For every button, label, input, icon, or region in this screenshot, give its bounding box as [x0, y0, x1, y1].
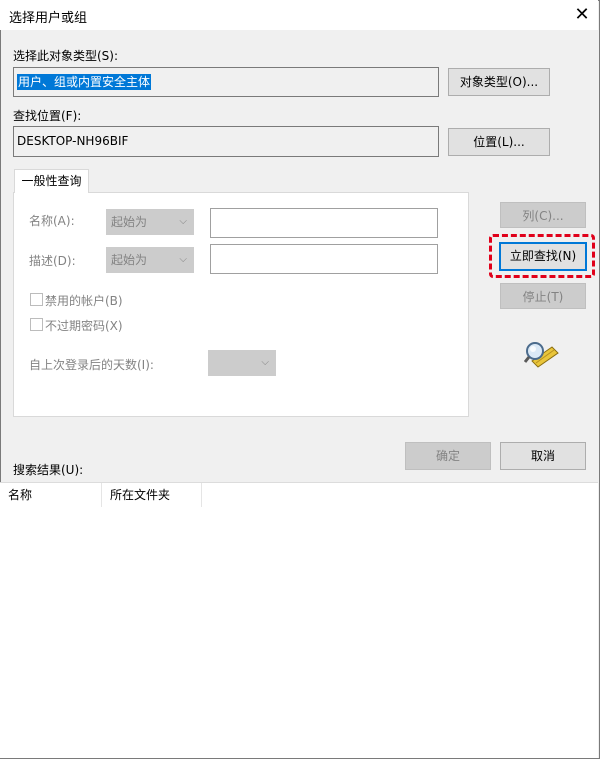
- disabled-accounts-label: 禁用的帐户(B): [45, 294, 123, 308]
- object-type-label: 选择此对象类型(S):: [13, 49, 119, 63]
- search-results-list[interactable]: 名称 所在文件夹: [0, 482, 598, 758]
- name-input[interactable]: [210, 208, 438, 238]
- object-type-value: 用户、组或内置安全主体: [17, 74, 152, 90]
- name-mode-select: 起始为 ⌵: [106, 209, 194, 235]
- find-now-button[interactable]: 立即查找(N): [499, 242, 587, 271]
- description-input[interactable]: [210, 244, 438, 274]
- search-flashlight-icon: [524, 342, 559, 368]
- name-mode-value: 起始为: [111, 215, 148, 229]
- cancel-button[interactable]: 取消: [500, 442, 586, 470]
- title-bar: [0, 0, 598, 30]
- tab-common-queries[interactable]: 一般性查询: [14, 169, 89, 193]
- days-since-login-select: ⌵: [208, 350, 276, 376]
- columns-button: 列(C)...: [500, 202, 586, 228]
- chevron-down-icon: ⌵: [179, 216, 187, 227]
- location-field: DESKTOP-NH96BIF: [13, 126, 439, 157]
- object-type-field: 用户、组或内置安全主体: [13, 67, 439, 97]
- chevron-down-icon: ⌵: [261, 357, 269, 368]
- description-label: 描述(D):: [29, 254, 76, 268]
- name-label: 名称(A):: [29, 214, 75, 228]
- non-expiring-password-checkbox[interactable]: [30, 318, 43, 331]
- column-header-name[interactable]: 名称: [0, 483, 102, 507]
- dialog-title: 选择用户或组: [9, 11, 88, 26]
- chevron-down-icon: ⌵: [179, 254, 187, 265]
- days-since-login-label: 自上次登录后的天数(I):: [29, 358, 154, 372]
- non-expiring-password-label: 不过期密码(X): [45, 319, 123, 333]
- description-mode-select: 起始为 ⌵: [106, 247, 194, 273]
- locations-button[interactable]: 位置(L)...: [448, 128, 550, 156]
- object-types-button[interactable]: 对象类型(O)...: [448, 68, 550, 96]
- stop-button: 停止(T): [500, 283, 586, 309]
- description-mode-value: 起始为: [111, 253, 148, 267]
- location-label: 查找位置(F):: [13, 109, 82, 123]
- close-icon[interactable]: ✕: [566, 0, 598, 30]
- ok-button: 确定: [405, 442, 491, 470]
- search-results-label: 搜索结果(U):: [13, 463, 84, 477]
- column-header-folder[interactable]: 所在文件夹: [102, 483, 202, 507]
- disabled-accounts-checkbox[interactable]: [30, 293, 43, 306]
